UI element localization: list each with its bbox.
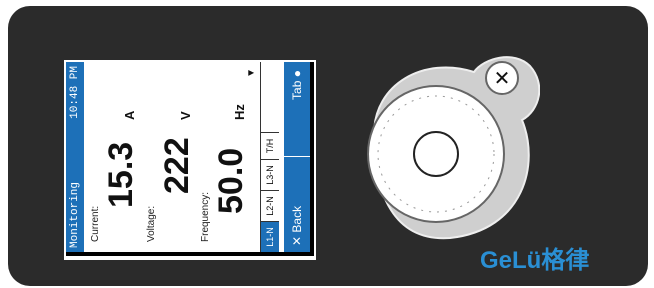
tab-l2-n[interactable]: L2-N: [261, 190, 279, 221]
screen-bezel: Monitoring 10:48 PM Current: 15.3 A Volt…: [64, 60, 316, 260]
page-title: Monitoring: [69, 181, 81, 248]
frequency-unit: Hz: [232, 104, 247, 120]
current-label: Current:: [90, 205, 101, 242]
display-content: Monitoring 10:48 PM Current: 15.3 A Volt…: [66, 62, 310, 252]
scroll-down-icon: ▼: [246, 68, 257, 78]
tab-t-h[interactable]: T/H: [261, 132, 279, 159]
frequency-value: 50.0: [212, 147, 250, 214]
title-bar: Monitoring 10:48 PM: [66, 62, 84, 252]
voltage-unit: V: [178, 111, 193, 120]
close-button[interactable]: ✕: [485, 61, 519, 95]
close-icon: ✕: [494, 66, 511, 90]
back-button[interactable]: ✕ Back: [284, 206, 310, 246]
display-screen: Monitoring 10:48 PM Current: 15.3 A Volt…: [66, 62, 314, 256]
center-select-button[interactable]: [413, 131, 459, 177]
clock: 10:48 PM: [69, 66, 81, 119]
brand-logo: GeLü格律: [480, 247, 590, 274]
voltage-value: 222: [158, 137, 196, 194]
tab-l3-n[interactable]: L3-N: [261, 159, 279, 190]
control-wheel-plate: ✕: [367, 56, 540, 240]
current-value: 15.3: [102, 141, 140, 208]
softkey-bar: ✕ Back Tab ●: [284, 62, 310, 252]
current-unit: A: [122, 110, 137, 120]
softkey-divider: [284, 156, 310, 157]
tab-l1-n[interactable]: L1-N: [261, 221, 279, 252]
voltage-label: Voltage:: [146, 205, 157, 242]
tab-button[interactable]: Tab ●: [284, 70, 310, 100]
device-body: Monitoring 10:48 PM Current: 15.3 A Volt…: [8, 6, 648, 286]
frequency-label: Frequency:: [200, 191, 211, 242]
channel-tabs: L1-N L2-N L3-N T/H: [260, 62, 279, 252]
